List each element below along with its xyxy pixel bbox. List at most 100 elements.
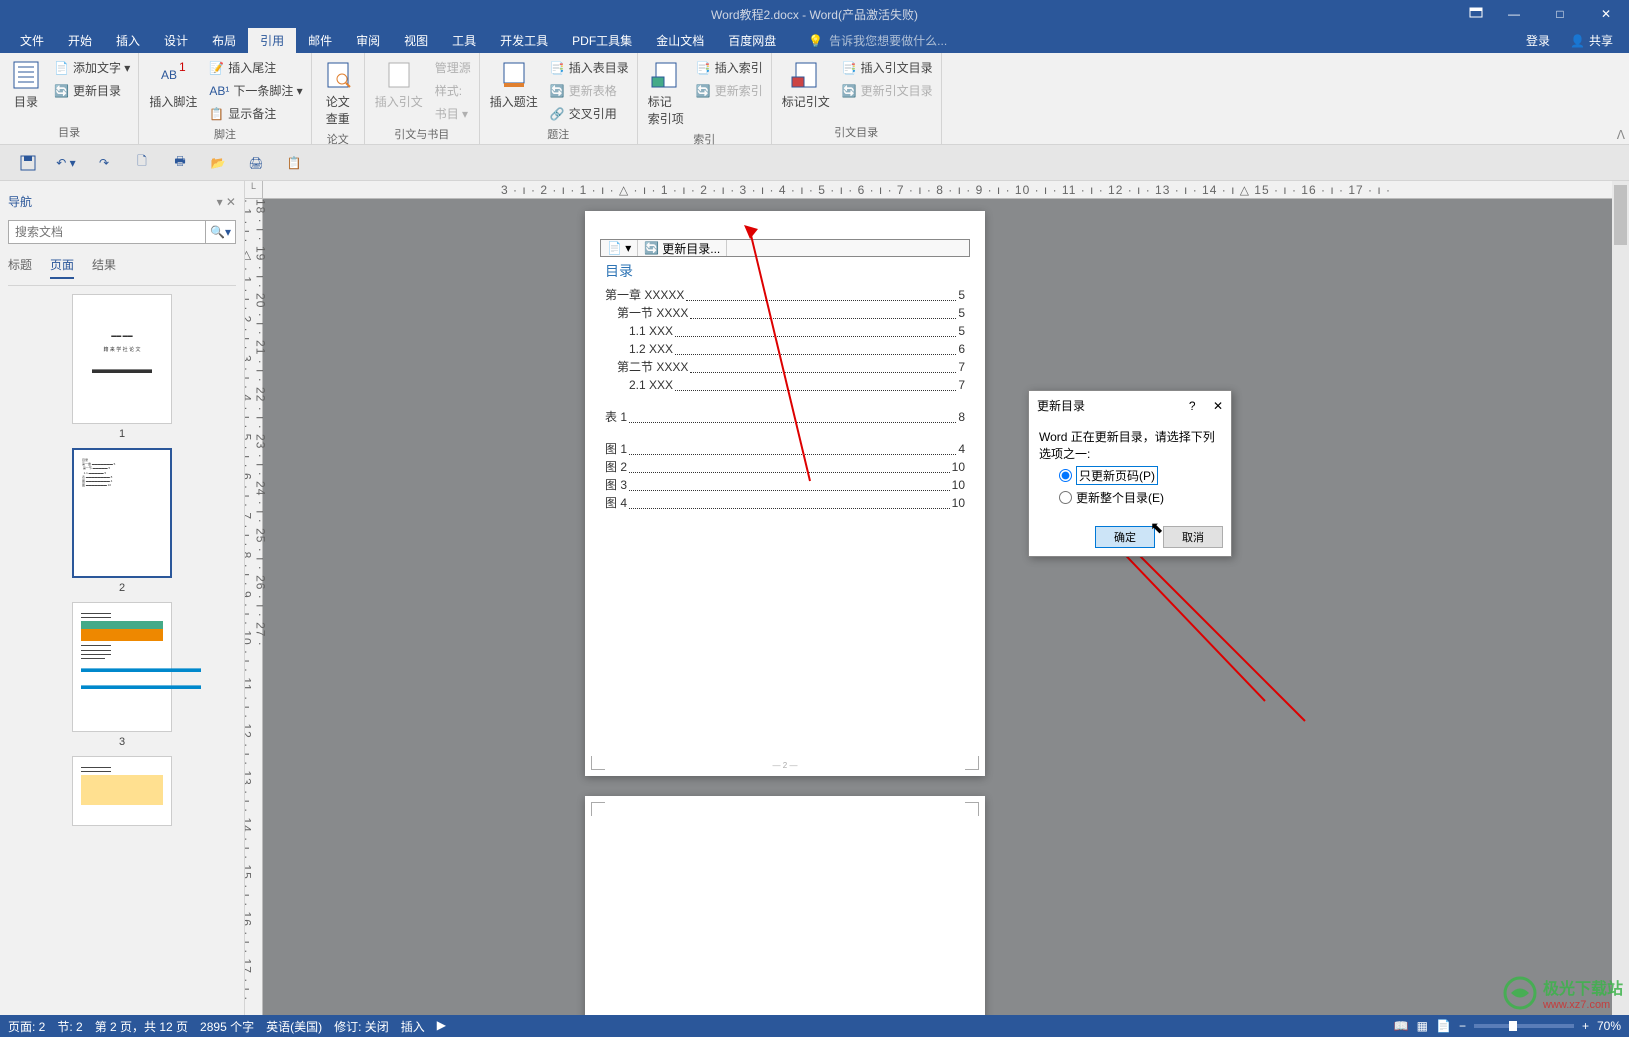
menu-insert[interactable]: 插入 (104, 28, 152, 53)
add-text-button[interactable]: 📄添加文字 ▾ (50, 57, 134, 78)
print-preview-icon[interactable]: 🖶 (170, 153, 190, 173)
document-page[interactable]: 📄 ▾ 🔄更新目录... 目录 第一章 XXXXX5第一节 XXXX51.1 X… (585, 211, 985, 776)
maximize-button[interactable]: □ (1537, 0, 1583, 28)
thumbnail-2[interactable]: 目录第一章 ▬▬▬▬▬▬▬ 5 第一节 ▬▬▬▬▬ 5 1.1 ▬▬▬▬▬ 5表… (72, 448, 172, 594)
zoom-slider[interactable] (1474, 1024, 1574, 1028)
menu-layout[interactable]: 布局 (200, 28, 248, 53)
dialog-help-icon[interactable]: ? (1189, 399, 1196, 413)
vertical-scrollbar[interactable] (1612, 181, 1629, 1015)
radio-update-all[interactable]: 更新整个目录(E) (1059, 489, 1221, 506)
share-button[interactable]: 👤共享 (1562, 32, 1621, 49)
cross-ref-button[interactable]: 🔗交叉引用 (546, 103, 633, 124)
tab-results[interactable]: 结果 (92, 256, 116, 279)
menu-mail[interactable]: 邮件 (296, 28, 344, 53)
view-print-icon[interactable]: ▦ (1417, 1019, 1428, 1033)
navpane-close-icon[interactable]: ▾ ✕ (217, 195, 236, 209)
next-footnote-button[interactable]: AB¹下一条脚注 ▾ (205, 80, 306, 101)
insert-footnote-button[interactable]: AB1 插入脚注 (143, 57, 203, 112)
biblio-button[interactable]: 书目 ▾ (431, 103, 475, 124)
cancel-button[interactable]: 取消 (1163, 526, 1223, 548)
update-index-button[interactable]: 🔄更新索引 (692, 80, 767, 101)
save-icon[interactable] (18, 153, 38, 173)
tellme-search[interactable]: 💡 告诉我您想要做什么... (788, 32, 947, 49)
login-button[interactable]: 登录 (1514, 32, 1562, 49)
toc-menu-icon[interactable]: 📄 ▾ (601, 240, 638, 256)
status-pages[interactable]: 第 2 页，共 12 页 (95, 1018, 188, 1035)
mark-index-button[interactable]: 标记 索引项 (642, 57, 690, 129)
style-button[interactable]: 样式: (431, 80, 475, 101)
zoom-thumb[interactable] (1509, 1021, 1517, 1031)
manage-sources-button[interactable]: 管理源 (431, 57, 475, 78)
insert-fig-button[interactable]: 📑插入表目录 (546, 57, 633, 78)
navpane-title-label: 导航 (8, 193, 32, 210)
status-section[interactable]: 节: 2 (57, 1018, 82, 1035)
zoom-in-icon[interactable]: + (1582, 1019, 1589, 1033)
index-group-label: 索引 (642, 129, 767, 149)
statusbar: 页面: 2 节: 2 第 2 页，共 12 页 2895 个字 英语(美国) 修… (0, 1015, 1629, 1037)
toc-update-button[interactable]: 🔄更新目录... (638, 240, 727, 256)
search-icon[interactable]: 🔍▾ (205, 221, 235, 243)
new-icon[interactable]: 🗋 (132, 153, 152, 173)
menu-developer[interactable]: 开发工具 (488, 28, 560, 53)
view-web-icon[interactable]: 📄 (1436, 1019, 1451, 1033)
insert-toa-button[interactable]: 📑插入引文目录 (838, 57, 937, 78)
tab-headings[interactable]: 标题 (8, 256, 32, 279)
menu-jinshan[interactable]: 金山文档 (644, 28, 716, 53)
status-macro-icon[interactable]: ▶ (437, 1018, 446, 1035)
minimize-button[interactable]: ― (1491, 0, 1537, 28)
radio-update-pages[interactable]: 只更新页码(P) (1059, 466, 1221, 485)
research-label: 论文 查重 (326, 93, 350, 127)
menu-view[interactable]: 视图 (392, 28, 440, 53)
menu-home[interactable]: 开始 (56, 28, 104, 53)
radio-input-pages[interactable] (1059, 469, 1072, 482)
close-button[interactable]: ✕ (1583, 0, 1629, 28)
menu-baidu[interactable]: 百度网盘 (716, 28, 788, 53)
thumbnail-3[interactable]: ▬▬▬▬▬▬▬▬▬▬▬▬▬▬▬▬▬▬▬▬▬▬▬▬▬▬▬▬▬▬▬▬▬▬▬▬▬▬▬▬… (72, 602, 172, 748)
print-icon[interactable]: 🖨 (246, 153, 266, 173)
view-read-icon[interactable]: 📖 (1394, 1019, 1409, 1033)
menu-references[interactable]: 引用 (248, 28, 296, 53)
menu-pdf[interactable]: PDF工具集 (560, 28, 644, 53)
ribbon-options-icon[interactable] (1461, 0, 1491, 28)
search-input[interactable] (9, 221, 205, 243)
update-fig-button[interactable]: 🔄更新表格 (546, 80, 633, 101)
more-icon[interactable]: 📋 (284, 153, 304, 173)
update-toc-button[interactable]: 🔄更新目录 (50, 80, 134, 101)
research-button[interactable]: 论文 查重 (316, 57, 360, 129)
insert-citation-button[interactable]: 插入引文 (369, 57, 429, 112)
menu-review[interactable]: 审阅 (344, 28, 392, 53)
undo-icon[interactable]: ↶ ▾ (56, 153, 76, 173)
status-insert[interactable]: 插入 (401, 1018, 425, 1035)
insert-endnote-button[interactable]: 📝插入尾注 (205, 57, 306, 78)
update-toa-button[interactable]: 🔄更新引文目录 (838, 80, 937, 101)
horizontal-ruler[interactable]: 3 · ı · 2 · ı · 1 · ı · △ · ı · 1 · ı · … (263, 181, 1629, 199)
open-icon[interactable]: 📂 (208, 153, 228, 173)
zoom-value[interactable]: 70% (1597, 1019, 1621, 1033)
menu-tools[interactable]: 工具 (440, 28, 488, 53)
toc-button[interactable]: 目录 (4, 57, 48, 112)
insert-caption-button[interactable]: 插入题注 (484, 57, 544, 112)
mark-citation-button[interactable]: 标记引文 (776, 57, 836, 112)
thumbnail-4[interactable]: ▬▬▬▬▬▬▬▬▬▬▬▬▬▬▬▬▬▬▬▬ (72, 756, 172, 826)
redo-icon[interactable]: ↷ (94, 153, 114, 173)
zoom-out-icon[interactable]: − (1459, 1019, 1466, 1033)
radio-input-all[interactable] (1059, 491, 1072, 504)
menu-design[interactable]: 设计 (152, 28, 200, 53)
vertical-ruler[interactable]: · 1 · ı · △ · 1 · ı · 2 · ı · 3 · ı · 4 … (245, 199, 263, 1015)
menu-file[interactable]: 文件 (8, 28, 56, 53)
thumbnail-1[interactable]: ▬▬ ▬▬籍 来 学 社 论 文▬▬▬▬▬ 1 (72, 294, 172, 440)
insert-index-button[interactable]: 📑插入索引 (692, 57, 767, 78)
document-area[interactable]: 3 · ı · 2 · ı · 1 · ı · △ · ı · 1 · ı · … (245, 181, 1629, 1015)
status-words[interactable]: 2895 个字 (200, 1018, 254, 1035)
status-track[interactable]: 修订: 关闭 (334, 1018, 389, 1035)
status-lang[interactable]: 英语(美国) (266, 1018, 322, 1035)
scroll-thumb[interactable] (1614, 185, 1627, 245)
status-page[interactable]: 页面: 2 (8, 1018, 45, 1035)
collapse-ribbon-icon[interactable]: ᐱ (1617, 128, 1625, 142)
ok-button[interactable]: 确定 (1095, 526, 1155, 548)
document-page-next[interactable] (585, 796, 985, 1015)
show-notes-button[interactable]: 📋显示备注 (205, 103, 306, 124)
toc-heading: 目录 (605, 261, 965, 282)
dialog-close-icon[interactable]: ✕ (1213, 399, 1223, 413)
tab-pages[interactable]: 页面 (50, 256, 74, 279)
